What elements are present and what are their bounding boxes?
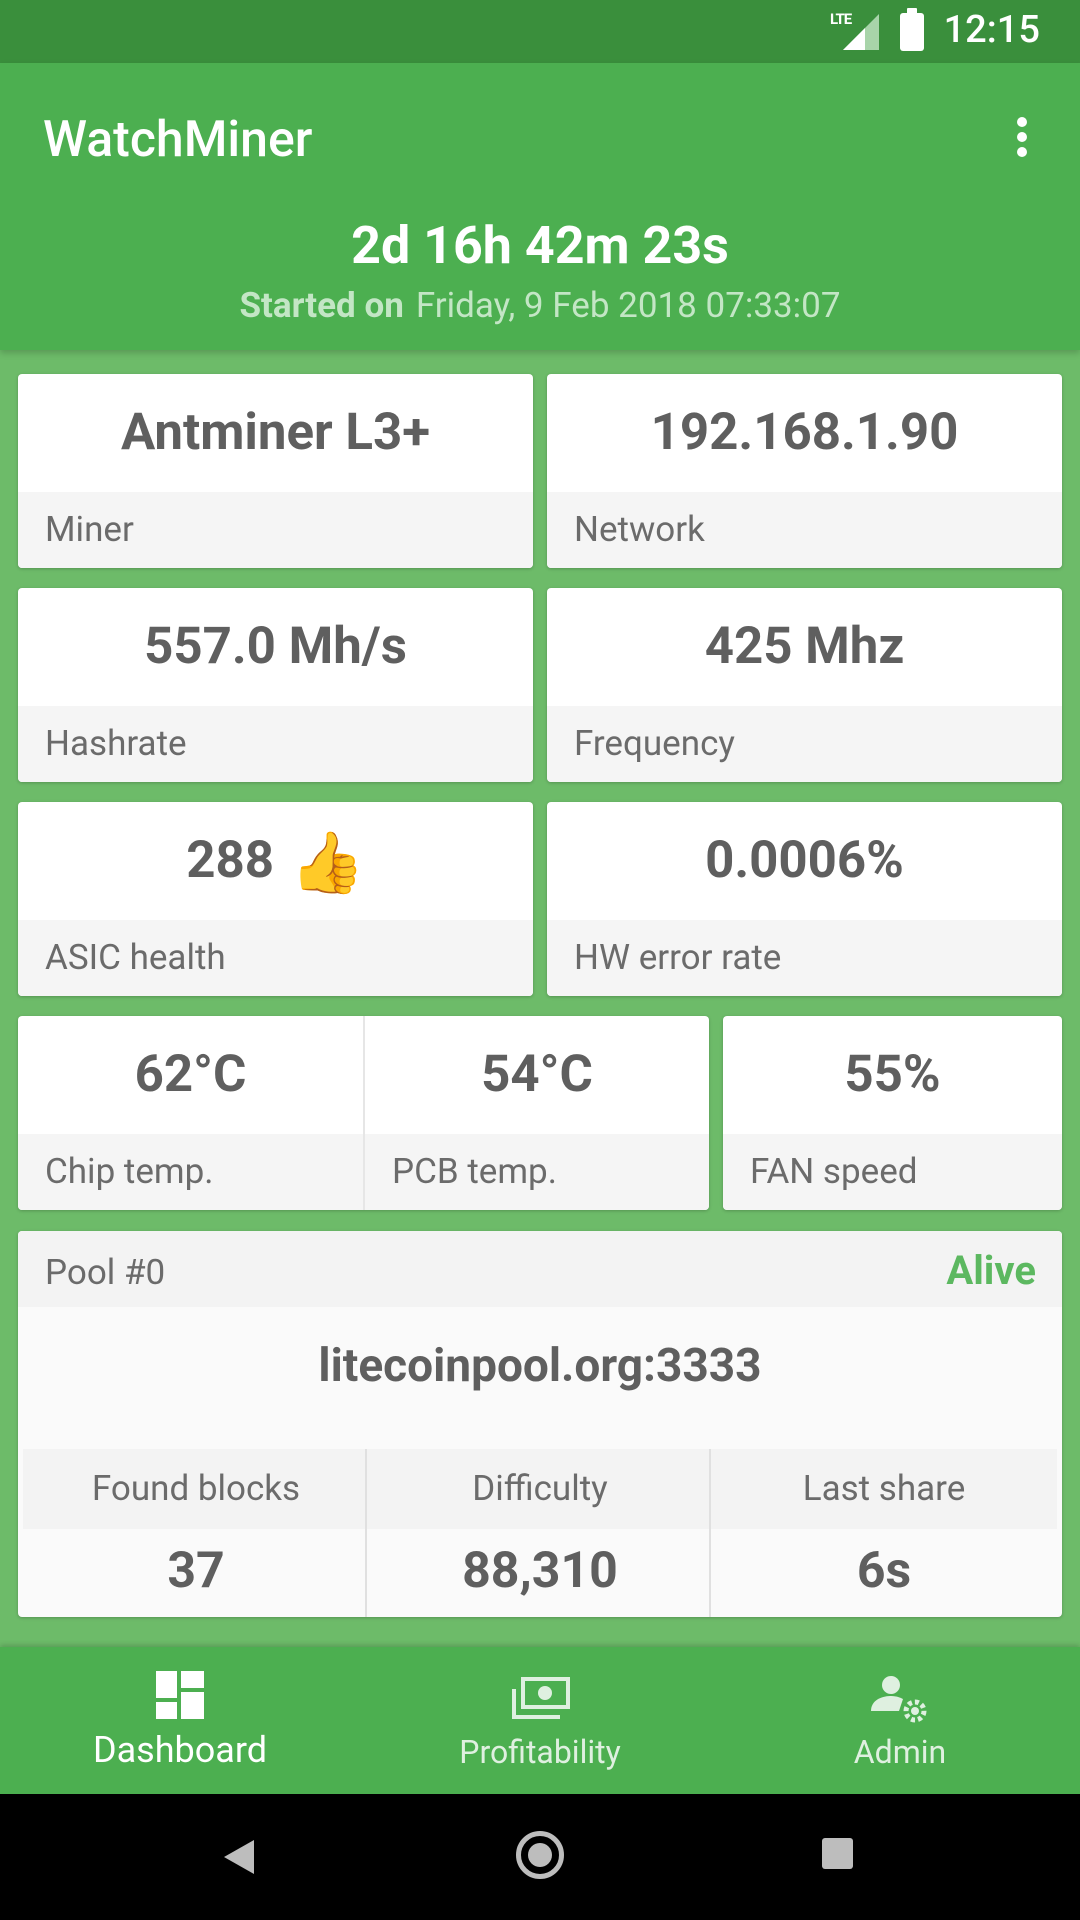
pool-header: Pool #0 Alive (18, 1231, 1062, 1307)
fan-speed-value: 55% (844, 1045, 941, 1104)
fan-speed-card: 55% FAN speed (723, 1016, 1062, 1210)
pcb-temp-value: 54°C (481, 1045, 593, 1104)
hw-error-rate-value: 0.0006% (705, 831, 904, 890)
hw-error-rate-card: 0.0006% HW error rate (547, 802, 1062, 996)
system-navigation-bar (0, 1794, 1080, 1920)
hw-error-rate-label: HW error rate (547, 920, 1062, 996)
asic-health-card: 288 👍 ASIC health (18, 802, 533, 996)
asic-health-label: ASIC health (18, 920, 533, 996)
pool-stat-divider (709, 1449, 711, 1617)
uptime: 2d 16h 42m 23s (351, 215, 729, 276)
found-blocks-stat: Found blocks 37 (23, 1449, 369, 1617)
hashrate-value: 557.0 Mh/s (144, 617, 407, 676)
miner-card: Antminer L3+ Miner (18, 374, 533, 568)
network-label: Network (547, 492, 1062, 568)
pool-url: litecoinpool.org:3333 (318, 1339, 762, 1393)
last-share-stat: Last share 6s (711, 1449, 1057, 1617)
overflow-menu-icon[interactable] (1007, 113, 1037, 163)
last-share-label: Last share (711, 1449, 1057, 1529)
pool-stats: Found blocks 37 Difficulty 88,310 Last s… (18, 1449, 1062, 1617)
pool-card[interactable]: Pool #0 Alive litecoinpool.org:3333 Foun… (18, 1231, 1062, 1617)
asic-health-value: 288 (186, 831, 275, 890)
nav-profitability[interactable]: Profitability (360, 1647, 720, 1794)
miner-label: Miner (18, 492, 533, 568)
admin-settings-icon (871, 1676, 927, 1723)
pool-name: Pool #0 (45, 1252, 166, 1293)
thumbs-up-icon: 👍 (290, 827, 365, 898)
dashboard-icon (156, 1671, 204, 1719)
started-on-value: Friday, 9 Feb 2018 07:33:07 (415, 285, 841, 326)
recents-icon[interactable] (822, 1838, 853, 1869)
miner-value: Antminer L3+ (120, 403, 431, 462)
difficulty-stat: Difficulty 88,310 (367, 1449, 713, 1617)
pcb-temp-tile: 54°C PCB temp. (365, 1016, 709, 1210)
nav-dashboard[interactable]: Dashboard (0, 1647, 360, 1794)
home-icon[interactable] (516, 1831, 564, 1879)
fan-speed-label: FAN speed (723, 1134, 1062, 1210)
clock: 12:15 (943, 8, 1040, 52)
battery-icon (900, 8, 924, 51)
found-blocks-label: Found blocks (23, 1449, 369, 1529)
network-card: 192.168.1.90 Network (547, 374, 1062, 568)
hashrate-label: Hashrate (18, 706, 533, 782)
started-on-label: Started on (239, 285, 404, 326)
back-icon[interactable] (224, 1840, 254, 1874)
frequency-label: Frequency (547, 706, 1062, 782)
temperature-card: 62°C Chip temp. 54°C PCB temp. (18, 1016, 709, 1210)
difficulty-label: Difficulty (367, 1449, 713, 1529)
signal-icon (843, 14, 879, 50)
hashrate-card: 557.0 Mh/s Hashrate (18, 588, 533, 782)
frequency-card: 425 Mhz Frequency (547, 588, 1062, 782)
app-bar: WatchMiner 2d 16h 42m 23s Started on Frid… (0, 63, 1080, 350)
difficulty-value: 88,310 (367, 1529, 713, 1617)
asic-health-value-wrap: 288 👍 (18, 802, 533, 920)
nav-admin-label: Admin (853, 1733, 947, 1771)
nav-admin[interactable]: Admin (720, 1647, 1080, 1794)
nav-profitability-label: Profitability (459, 1733, 621, 1771)
network-value: 192.168.1.90 (650, 403, 959, 462)
pcb-temp-label: PCB temp. (365, 1134, 709, 1210)
pool-status-badge: Alive (946, 1247, 1036, 1294)
app-title: WatchMiner (43, 111, 313, 169)
chip-temp-tile: 62°C Chip temp. (18, 1016, 363, 1210)
status-bar: LTE 12:15 (0, 0, 1080, 63)
frequency-value: 425 Mhz (704, 617, 905, 676)
nav-dashboard-label: Dashboard (92, 1729, 268, 1771)
chip-temp-value: 62°C (134, 1045, 247, 1104)
last-share-value: 6s (711, 1529, 1057, 1617)
bottom-navigation: Dashboard Profitability Admin (0, 1647, 1080, 1794)
chip-temp-label: Chip temp. (18, 1134, 363, 1210)
money-icon (512, 1677, 570, 1719)
started-on: Started on Friday, 9 Feb 2018 07:33:07 (0, 285, 1080, 326)
found-blocks-value: 37 (23, 1529, 369, 1617)
pool-stat-divider (365, 1449, 367, 1617)
